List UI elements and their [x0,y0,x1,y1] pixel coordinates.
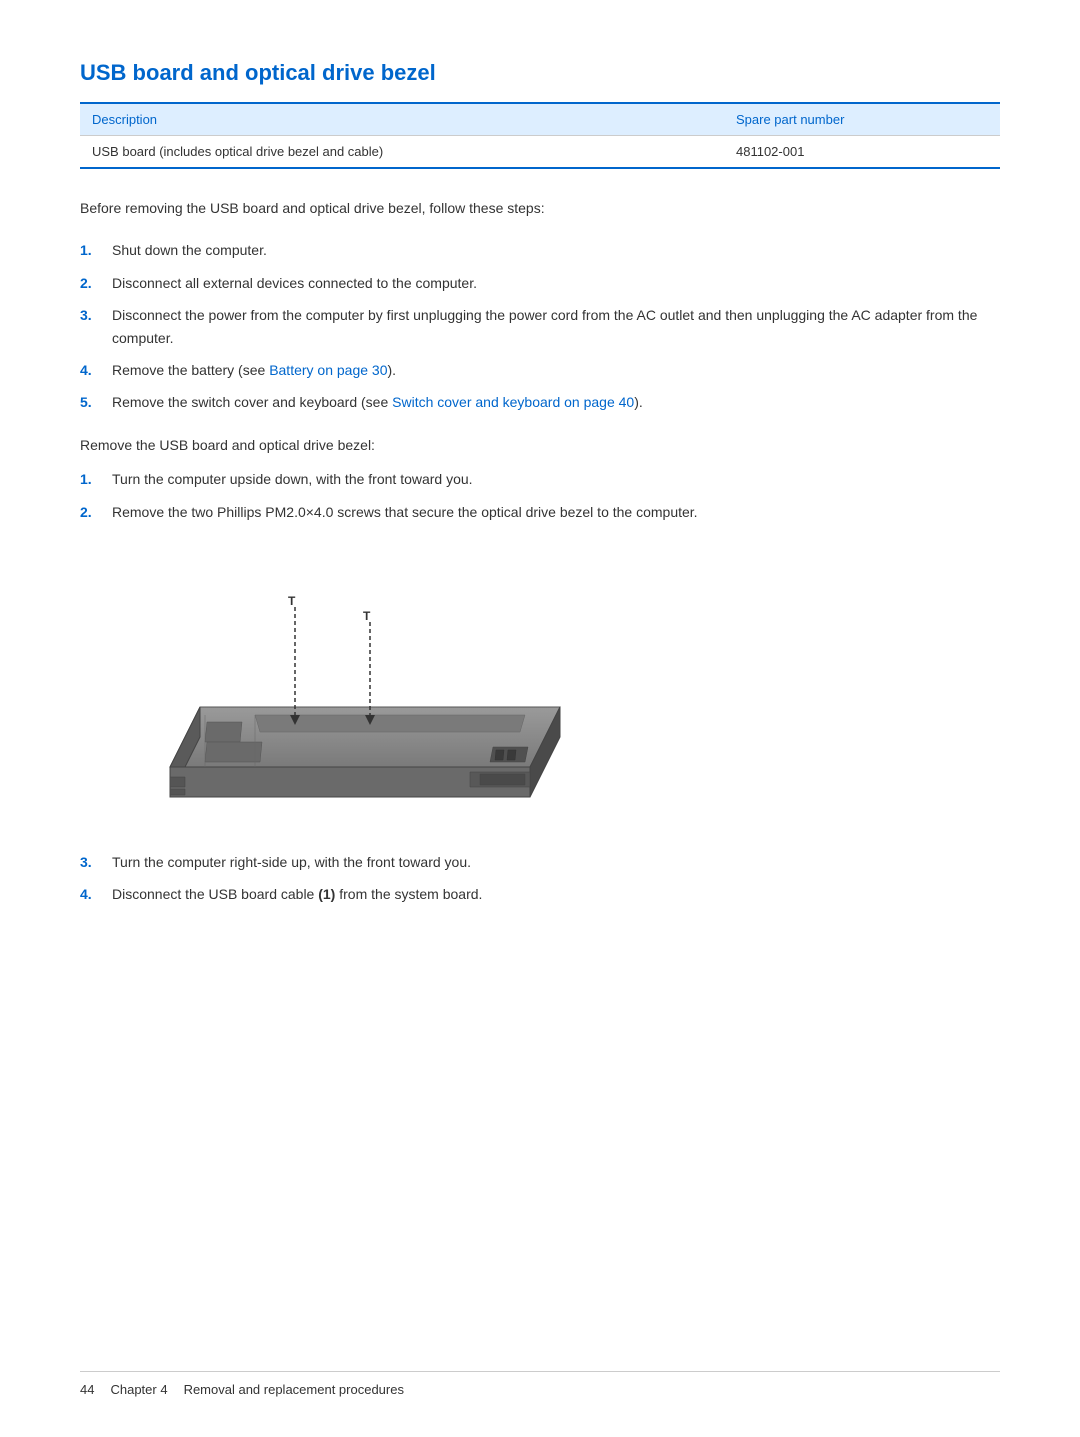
step-text: Remove the switch cover and keyboard (se… [112,391,1000,413]
step-text: Disconnect the power from the computer b… [112,304,1000,349]
step-number: 4. [80,883,100,905]
step-number: 1. [80,468,100,490]
page-content: USB board and optical drive bezel Descri… [0,0,1080,1006]
list-item: 2. Disconnect all external devices conne… [80,272,1000,294]
step-number: 5. [80,391,100,413]
list-item: 1. Shut down the computer. [80,239,1000,261]
table-header-spare-part: Spare part number [724,103,1000,136]
list-item: 4. Disconnect the USB board cable (1) fr… [80,883,1000,905]
table-cell-description: USB board (includes optical drive bezel … [80,136,724,169]
svg-text:T: T [363,609,371,623]
list-item: 4. Remove the battery (see Battery on pa… [80,359,1000,381]
footer-page-number: 44 [80,1382,94,1397]
switch-cover-link[interactable]: Switch cover and keyboard on page 40 [392,394,634,410]
list-item: 3. Disconnect the power from the compute… [80,304,1000,349]
step-text: Turn the computer right-side up, with th… [112,851,1000,873]
diagram-container: T T [140,547,1000,827]
page-title: USB board and optical drive bezel [80,60,1000,86]
step-text: Disconnect all external devices connecte… [112,272,1000,294]
step-number: 2. [80,501,100,523]
table-row: USB board (includes optical drive bezel … [80,136,1000,169]
svg-text:T: T [288,594,296,608]
step-text: Remove the two Phillips PM2.0×4.0 screws… [112,501,1000,523]
list-item: 3. Turn the computer right-side up, with… [80,851,1000,873]
list-item: 1. Turn the computer upside down, with t… [80,468,1000,490]
step-number: 3. [80,304,100,349]
step-text: Disconnect the USB board cable (1) from … [112,883,1000,905]
step-number: 4. [80,359,100,381]
footer-chapter-title: Removal and replacement procedures [184,1382,404,1397]
step-number: 1. [80,239,100,261]
intro-text: Before removing the USB board and optica… [80,197,1000,219]
parts-table-container: Description Spare part number USB board … [80,102,1000,169]
battery-link[interactable]: Battery on page 30 [269,362,387,378]
prereq-steps-list: 1. Shut down the computer. 2. Disconnect… [80,239,1000,413]
step-text: Remove the battery (see Battery on page … [112,359,1000,381]
remove-steps-list-continued: 3. Turn the computer right-side up, with… [80,851,1000,906]
list-item: 2. Remove the two Phillips PM2.0×4.0 scr… [80,501,1000,523]
remove-steps-list: 1. Turn the computer upside down, with t… [80,468,1000,523]
step-number: 3. [80,851,100,873]
footer: 44 Chapter 4 Removal and replacement pro… [80,1371,1000,1397]
step-number: 2. [80,272,100,294]
remove-section-label: Remove the USB board and optical drive b… [80,434,1000,456]
table-header-description: Description [80,103,724,136]
parts-table: Description Spare part number USB board … [80,102,1000,169]
step-text: Turn the computer upside down, with the … [112,468,1000,490]
list-item: 5. Remove the switch cover and keyboard … [80,391,1000,413]
laptop-diagram: T T [140,547,580,827]
step-text: Shut down the computer. [112,239,1000,261]
footer-chapter: Chapter 4 [110,1382,167,1397]
table-cell-part-number: 481102-001 [724,136,1000,169]
